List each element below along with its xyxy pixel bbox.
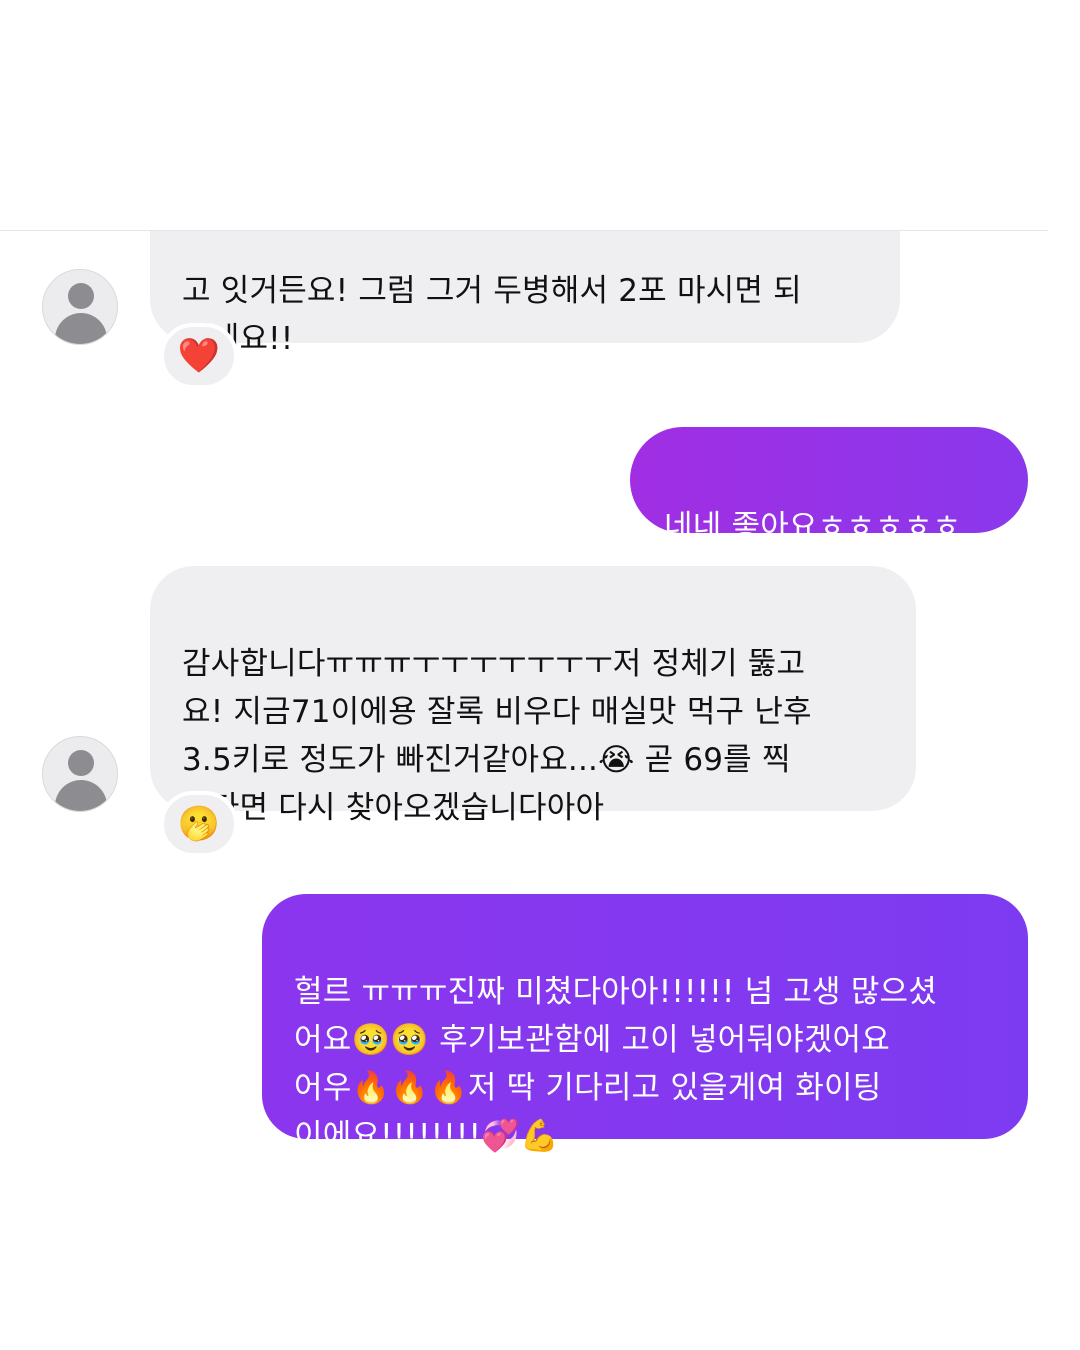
message-text: 고 잇거든요! 그럼 그거 두병해서 2포 마시면 되 겠네요!! (182, 273, 802, 357)
hand-over-mouth-reaction-icon[interactable]: 🫢 (160, 791, 238, 857)
avatar-body-shape (55, 780, 107, 811)
outgoing-message-bubble[interactable]: 네네 좋아요ㅎㅎㅎㅎㅎ (630, 427, 1028, 545)
avatar-body-shape (55, 313, 107, 344)
reaction-emoji: ❤️ (177, 336, 221, 376)
outgoing-message-bubble[interactable]: 헐르 ㅠㅠㅠ진짜 미쳤다아아!!!!!! 넘 고생 많으셨 어요🥹🥹 후기보관함… (262, 894, 1028, 1154)
avatar[interactable] (42, 736, 118, 812)
chat-screen: 고 잇거든요! 그럼 그거 두병해서 2포 마시면 되 겠네요!! ❤️ 네네 … (0, 0, 1080, 1350)
message-text: 헐르 ㅠㅠㅠ진짜 미쳤다아아!!!!!! 넘 고생 많으셨 어요🥹🥹 후기보관함… (294, 974, 937, 1154)
message-thread[interactable]: 고 잇거든요! 그럼 그거 두병해서 2포 마시면 되 겠네요!! ❤️ 네네 … (0, 231, 1080, 1350)
heart-reaction-icon[interactable]: ❤️ (160, 323, 238, 389)
message-text: 감사합니다ㅠㅠㅠㅜㅜㅜㅜㅜㅜㅜ저 정체기 뚫고 요! 지금71이에용 잘록 비우… (182, 646, 812, 826)
incoming-message-bubble[interactable]: 고 잇거든요! 그럼 그거 두병해서 2포 마시면 되 겠네요!! (150, 231, 900, 357)
message-text: 네네 좋아요ㅎㅎㅎㅎㅎ (664, 509, 962, 545)
incoming-message-bubble[interactable]: 감사합니다ㅠㅠㅠㅜㅜㅜㅜㅜㅜㅜ저 정체기 뚫고 요! 지금71이에용 잘록 비우… (150, 566, 916, 826)
reaction-emoji: 🫢 (177, 804, 221, 844)
avatar[interactable] (42, 269, 118, 345)
avatar-head-shape (68, 283, 94, 309)
avatar-head-shape (68, 750, 94, 776)
